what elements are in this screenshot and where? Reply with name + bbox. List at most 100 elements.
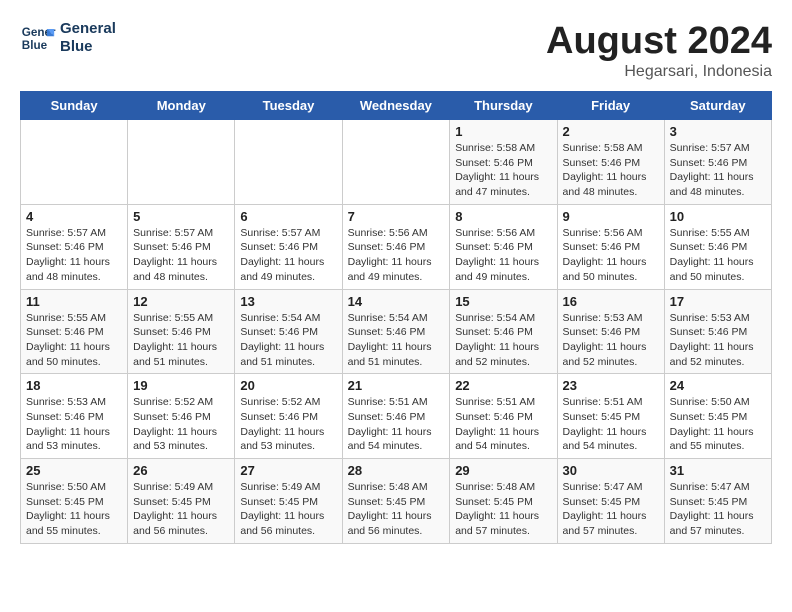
calendar-cell: 30 Sunrise: 5:47 AM Sunset: 5:45 PM Dayl… — [557, 459, 664, 544]
month-title: August 2024 — [546, 20, 772, 63]
page-header: General Blue General Blue August 2024 He… — [20, 20, 772, 81]
day-info: Sunrise: 5:48 AM Sunset: 5:45 PM Dayligh… — [455, 480, 551, 539]
day-info: Sunrise: 5:49 AM Sunset: 5:45 PM Dayligh… — [240, 480, 336, 539]
calendar-cell: 23 Sunrise: 5:51 AM Sunset: 5:45 PM Dayl… — [557, 374, 664, 459]
day-number: 19 — [133, 378, 229, 393]
calendar-cell: 7 Sunrise: 5:56 AM Sunset: 5:46 PM Dayli… — [342, 204, 450, 289]
calendar-week-3: 11 Sunrise: 5:55 AM Sunset: 5:46 PM Dayl… — [21, 289, 772, 374]
day-number: 2 — [563, 124, 659, 139]
day-info: Sunrise: 5:47 AM Sunset: 5:45 PM Dayligh… — [670, 480, 766, 539]
logo: General Blue General Blue — [20, 20, 116, 56]
day-info: Sunrise: 5:50 AM Sunset: 5:45 PM Dayligh… — [670, 395, 766, 454]
day-number: 9 — [563, 209, 659, 224]
day-number: 26 — [133, 463, 229, 478]
calendar-cell — [128, 120, 235, 205]
calendar-cell: 1 Sunrise: 5:58 AM Sunset: 5:46 PM Dayli… — [450, 120, 557, 205]
calendar-cell: 14 Sunrise: 5:54 AM Sunset: 5:46 PM Dayl… — [342, 289, 450, 374]
day-number: 5 — [133, 209, 229, 224]
calendar-cell: 29 Sunrise: 5:48 AM Sunset: 5:45 PM Dayl… — [450, 459, 557, 544]
calendar-cell: 27 Sunrise: 5:49 AM Sunset: 5:45 PM Dayl… — [235, 459, 342, 544]
day-number: 31 — [670, 463, 766, 478]
day-number: 22 — [455, 378, 551, 393]
day-info: Sunrise: 5:55 AM Sunset: 5:46 PM Dayligh… — [26, 311, 122, 370]
day-number: 25 — [26, 463, 122, 478]
day-info: Sunrise: 5:53 AM Sunset: 5:46 PM Dayligh… — [670, 311, 766, 370]
day-number: 13 — [240, 294, 336, 309]
calendar-cell: 13 Sunrise: 5:54 AM Sunset: 5:46 PM Dayl… — [235, 289, 342, 374]
calendar-table: SundayMondayTuesdayWednesdayThursdayFrid… — [20, 91, 772, 544]
calendar-cell: 26 Sunrise: 5:49 AM Sunset: 5:45 PM Dayl… — [128, 459, 235, 544]
day-info: Sunrise: 5:57 AM Sunset: 5:46 PM Dayligh… — [133, 226, 229, 285]
day-info: Sunrise: 5:56 AM Sunset: 5:46 PM Dayligh… — [455, 226, 551, 285]
calendar-week-5: 25 Sunrise: 5:50 AM Sunset: 5:45 PM Dayl… — [21, 459, 772, 544]
calendar-cell — [235, 120, 342, 205]
calendar-cell: 2 Sunrise: 5:58 AM Sunset: 5:46 PM Dayli… — [557, 120, 664, 205]
calendar-cell: 18 Sunrise: 5:53 AM Sunset: 5:46 PM Dayl… — [21, 374, 128, 459]
day-info: Sunrise: 5:56 AM Sunset: 5:46 PM Dayligh… — [348, 226, 445, 285]
day-info: Sunrise: 5:47 AM Sunset: 5:45 PM Dayligh… — [563, 480, 659, 539]
day-info: Sunrise: 5:57 AM Sunset: 5:46 PM Dayligh… — [670, 141, 766, 200]
day-number: 24 — [670, 378, 766, 393]
day-info: Sunrise: 5:58 AM Sunset: 5:46 PM Dayligh… — [455, 141, 551, 200]
calendar-cell: 28 Sunrise: 5:48 AM Sunset: 5:45 PM Dayl… — [342, 459, 450, 544]
day-number: 16 — [563, 294, 659, 309]
weekday-header-friday: Friday — [557, 92, 664, 120]
day-number: 29 — [455, 463, 551, 478]
calendar-cell: 15 Sunrise: 5:54 AM Sunset: 5:46 PM Dayl… — [450, 289, 557, 374]
day-number: 15 — [455, 294, 551, 309]
day-info: Sunrise: 5:53 AM Sunset: 5:46 PM Dayligh… — [26, 395, 122, 454]
day-number: 18 — [26, 378, 122, 393]
weekday-header-sunday: Sunday — [21, 92, 128, 120]
day-number: 6 — [240, 209, 336, 224]
day-number: 28 — [348, 463, 445, 478]
day-number: 3 — [670, 124, 766, 139]
calendar-cell: 10 Sunrise: 5:55 AM Sunset: 5:46 PM Dayl… — [664, 204, 771, 289]
day-info: Sunrise: 5:57 AM Sunset: 5:46 PM Dayligh… — [26, 226, 122, 285]
day-number: 7 — [348, 209, 445, 224]
logo-icon: General Blue — [20, 20, 56, 56]
day-info: Sunrise: 5:55 AM Sunset: 5:46 PM Dayligh… — [133, 311, 229, 370]
day-info: Sunrise: 5:54 AM Sunset: 5:46 PM Dayligh… — [455, 311, 551, 370]
calendar-cell: 22 Sunrise: 5:51 AM Sunset: 5:46 PM Dayl… — [450, 374, 557, 459]
calendar-cell — [21, 120, 128, 205]
calendar-cell: 17 Sunrise: 5:53 AM Sunset: 5:46 PM Dayl… — [664, 289, 771, 374]
day-info: Sunrise: 5:55 AM Sunset: 5:46 PM Dayligh… — [670, 226, 766, 285]
day-info: Sunrise: 5:51 AM Sunset: 5:46 PM Dayligh… — [348, 395, 445, 454]
weekday-header-saturday: Saturday — [664, 92, 771, 120]
day-info: Sunrise: 5:48 AM Sunset: 5:45 PM Dayligh… — [348, 480, 445, 539]
calendar-cell: 9 Sunrise: 5:56 AM Sunset: 5:46 PM Dayli… — [557, 204, 664, 289]
day-number: 8 — [455, 209, 551, 224]
day-number: 14 — [348, 294, 445, 309]
weekday-header-wednesday: Wednesday — [342, 92, 450, 120]
weekday-header-tuesday: Tuesday — [235, 92, 342, 120]
calendar-week-2: 4 Sunrise: 5:57 AM Sunset: 5:46 PM Dayli… — [21, 204, 772, 289]
calendar-cell: 20 Sunrise: 5:52 AM Sunset: 5:46 PM Dayl… — [235, 374, 342, 459]
day-number: 20 — [240, 378, 336, 393]
day-info: Sunrise: 5:52 AM Sunset: 5:46 PM Dayligh… — [133, 395, 229, 454]
day-info: Sunrise: 5:58 AM Sunset: 5:46 PM Dayligh… — [563, 141, 659, 200]
day-info: Sunrise: 5:51 AM Sunset: 5:45 PM Dayligh… — [563, 395, 659, 454]
day-number: 11 — [26, 294, 122, 309]
day-info: Sunrise: 5:53 AM Sunset: 5:46 PM Dayligh… — [563, 311, 659, 370]
calendar-cell: 16 Sunrise: 5:53 AM Sunset: 5:46 PM Dayl… — [557, 289, 664, 374]
day-number: 1 — [455, 124, 551, 139]
day-info: Sunrise: 5:54 AM Sunset: 5:46 PM Dayligh… — [348, 311, 445, 370]
calendar-cell — [342, 120, 450, 205]
calendar-cell: 12 Sunrise: 5:55 AM Sunset: 5:46 PM Dayl… — [128, 289, 235, 374]
logo-text-blue: Blue — [60, 38, 116, 56]
day-info: Sunrise: 5:49 AM Sunset: 5:45 PM Dayligh… — [133, 480, 229, 539]
day-info: Sunrise: 5:52 AM Sunset: 5:46 PM Dayligh… — [240, 395, 336, 454]
logo-text-general: General — [60, 20, 116, 38]
calendar-week-1: 1 Sunrise: 5:58 AM Sunset: 5:46 PM Dayli… — [21, 120, 772, 205]
day-number: 10 — [670, 209, 766, 224]
day-info: Sunrise: 5:57 AM Sunset: 5:46 PM Dayligh… — [240, 226, 336, 285]
calendar-cell: 6 Sunrise: 5:57 AM Sunset: 5:46 PM Dayli… — [235, 204, 342, 289]
day-number: 30 — [563, 463, 659, 478]
title-block: August 2024 Hegarsari, Indonesia — [546, 20, 772, 81]
day-number: 17 — [670, 294, 766, 309]
calendar-cell: 11 Sunrise: 5:55 AM Sunset: 5:46 PM Dayl… — [21, 289, 128, 374]
day-number: 12 — [133, 294, 229, 309]
day-info: Sunrise: 5:54 AM Sunset: 5:46 PM Dayligh… — [240, 311, 336, 370]
weekday-header-thursday: Thursday — [450, 92, 557, 120]
calendar-cell: 8 Sunrise: 5:56 AM Sunset: 5:46 PM Dayli… — [450, 204, 557, 289]
